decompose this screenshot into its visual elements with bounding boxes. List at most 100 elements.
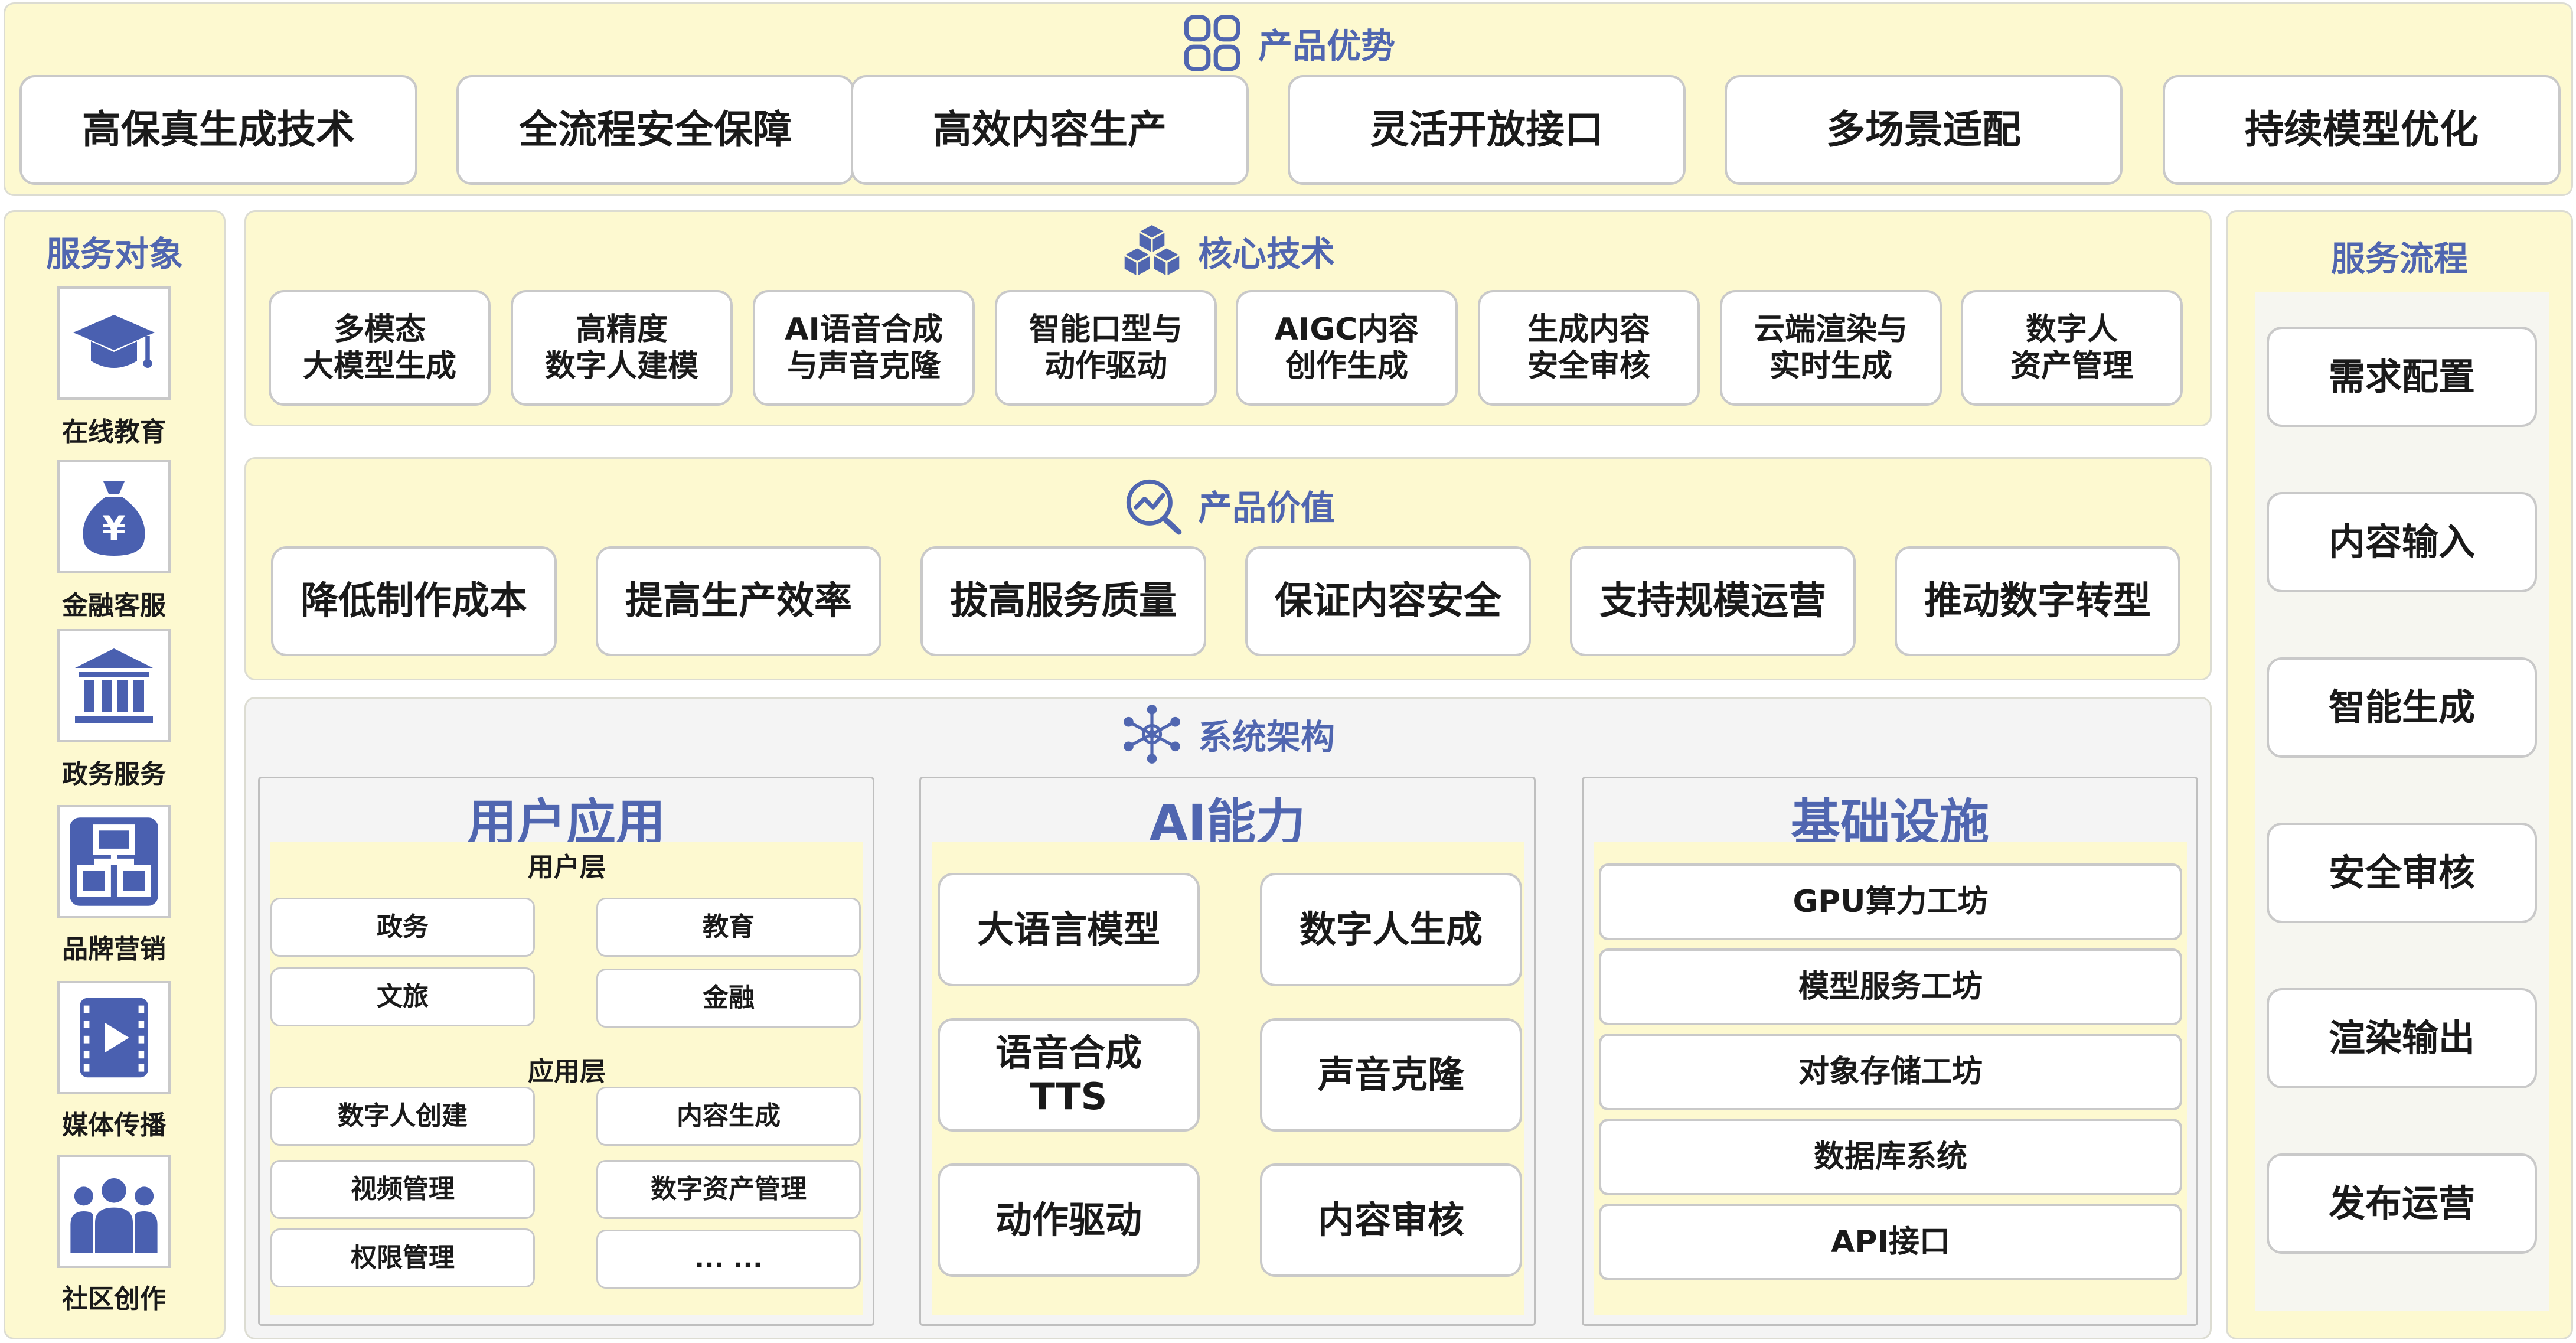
ai-item-line: 动作驱动 — [995, 1198, 1142, 1241]
user-layer-title: 用户层 — [528, 852, 606, 882]
advantages-panel: 产品优势 高保真生成技术 全流程安全保障 高效内容生产 灵活开放接口 多场景适配… — [4, 2, 2573, 196]
brand-blocks-icon — [57, 805, 171, 918]
app-layer-item: 权限管理 — [270, 1228, 535, 1287]
core-tech-item-line: 数字人建模 — [544, 348, 698, 384]
advantage-item-3: 高效内容生产 — [851, 75, 1249, 185]
ai-item-5: 动作驱动 — [938, 1163, 1200, 1277]
infra-inner: GPU算力工坊 模型服务工坊 对象存储工坊 数据库系统 API接口 — [1594, 842, 2187, 1315]
video-play-icon — [57, 981, 171, 1094]
user-layer-item: 金融 — [596, 969, 861, 1028]
people-group-icon — [57, 1155, 171, 1268]
user-layer-item: 文旅 — [270, 967, 535, 1026]
infra-item-4: 数据库系统 — [1599, 1119, 2182, 1195]
architecture-panel: 系统架构 用户应用 用户层 政务 教育 文旅 金融 应用层 数字人创建 内容生成… — [244, 697, 2212, 1339]
ai-item-1: 大语言模型 — [938, 873, 1200, 986]
value-item-6: 推动数字转型 — [1895, 546, 2180, 656]
service-target-label-1: 在线教育 — [62, 417, 166, 447]
core-tech-title: 核心技术 — [1197, 234, 1335, 274]
graduation-cap-icon — [57, 286, 171, 400]
user-layer-item: 政务 — [270, 898, 535, 957]
value-header: 产品价值 — [246, 474, 2210, 536]
ai-item-6: 内容审核 — [1260, 1163, 1522, 1277]
service-target-label-4: 品牌营销 — [62, 934, 166, 964]
ai-column: AI能力 大语言模型 数字人生成 语音合成 TTS 声音克隆 动作驱动 内容审核 — [919, 777, 1536, 1326]
core-tech-item-4: 智能口型与 动作驱动 — [995, 290, 1217, 406]
core-tech-item-line: 动作驱动 — [1044, 348, 1167, 384]
value-item-4: 保证内容安全 — [1245, 546, 1531, 656]
app-layer-item: ... ... — [596, 1230, 861, 1289]
ai-item-line: TTS — [1030, 1075, 1108, 1118]
ai-item-2: 数字人生成 — [1260, 873, 1522, 986]
cubes-icon — [1121, 220, 1183, 282]
ai-item-4: 声音克隆 — [1260, 1018, 1522, 1132]
user-app-inner: 用户层 政务 教育 文旅 金融 应用层 数字人创建 内容生成 视频管理 数字资产… — [270, 842, 863, 1315]
service-targets-title: 服务对象 — [45, 234, 183, 274]
core-tech-item-1: 多模态 大模型生成 — [269, 290, 491, 406]
svg-text:¥: ¥ — [102, 509, 126, 548]
value-item-5: 支持规模运营 — [1570, 546, 1856, 656]
core-tech-item-line: 生成内容 — [1527, 311, 1650, 347]
advantage-item-1: 高保真生成技术 — [19, 75, 417, 185]
infra-column: 基础设施 GPU算力工坊 模型服务工坊 对象存储工坊 数据库系统 API接口 — [1582, 777, 2198, 1326]
core-tech-item-8: 数字人 资产管理 — [1961, 290, 2183, 406]
service-target-label-5: 媒体传播 — [62, 1110, 166, 1140]
infra-item-2: 模型服务工坊 — [1599, 948, 2182, 1025]
ai-item-line: 内容审核 — [1317, 1198, 1464, 1241]
user-app-column: 用户应用 用户层 政务 教育 文旅 金融 应用层 数字人创建 内容生成 视频管理… — [258, 777, 874, 1326]
core-tech-item-line: AI语音合成 — [785, 311, 943, 347]
advantages-title: 产品优势 — [1258, 26, 1395, 66]
flow-step-2: 内容输入 — [2267, 492, 2537, 592]
value-item-3: 拔高服务质量 — [920, 546, 1206, 656]
architecture-title: 系统架构 — [1197, 717, 1335, 757]
core-tech-item-2: 高精度 数字人建模 — [511, 290, 733, 406]
core-tech-item-line: 多模态 — [333, 311, 426, 347]
ai-item-line: 声音克隆 — [1317, 1052, 1464, 1096]
core-tech-panel: 核心技术 多模态 大模型生成 高精度 数字人建模 AI语音合成 与声音克隆 智能… — [244, 210, 2212, 426]
ai-item-3: 语音合成 TTS — [938, 1018, 1200, 1132]
app-layer-item: 数字人创建 — [270, 1087, 535, 1146]
service-flow-panel: 服务流程 需求配置 内容输入 智能生成 安全审核 渲染输出 发布运营 — [2226, 210, 2573, 1339]
advantages-header: 产品优势 — [5, 12, 2571, 74]
core-tech-item-line: 高精度 — [575, 311, 668, 347]
core-tech-item-line: 创作生成 — [1285, 348, 1408, 384]
service-flow-title: 服务流程 — [2330, 239, 2468, 279]
core-tech-item-line: AIGC内容 — [1274, 311, 1419, 347]
service-target-label-3: 政务服务 — [62, 759, 166, 790]
core-tech-item-line: 实时生成 — [1769, 348, 1892, 384]
user-layer-item: 教育 — [596, 898, 861, 957]
infra-item-1: GPU算力工坊 — [1599, 863, 2182, 940]
core-tech-header: 核心技术 — [246, 220, 2210, 282]
flow-step-6: 发布运营 — [2267, 1153, 2537, 1254]
advantage-item-4: 灵活开放接口 — [1288, 75, 1686, 185]
value-panel: 产品价值 降低制作成本 提高生产效率 拔高服务质量 保证内容安全 支持规模运营 … — [244, 457, 2212, 680]
network-icon — [1121, 703, 1183, 765]
advantage-item-2: 全流程安全保障 — [456, 75, 854, 185]
core-tech-item-line: 智能口型与 — [1029, 311, 1183, 347]
app-layer-item: 数字资产管理 — [596, 1160, 861, 1219]
core-tech-item-line: 安全审核 — [1527, 348, 1650, 384]
core-tech-item-line: 与声音克隆 — [786, 348, 941, 384]
app-layer-item: 视频管理 — [270, 1160, 535, 1219]
core-tech-item-5: AIGC内容 创作生成 — [1236, 290, 1458, 406]
grid-icon — [1181, 12, 1243, 74]
flow-step-4: 安全审核 — [2267, 823, 2537, 923]
app-layer-item: 内容生成 — [596, 1087, 861, 1146]
service-target-label-6: 社区创作 — [62, 1284, 166, 1314]
money-bag-icon: ¥ — [57, 460, 171, 573]
infra-item-3: 对象存储工坊 — [1599, 1034, 2182, 1110]
flow-step-1: 需求配置 — [2267, 327, 2537, 427]
chart-magnifier-icon — [1121, 474, 1183, 536]
flow-step-5: 渲染输出 — [2267, 988, 2537, 1088]
app-layer-title: 应用层 — [528, 1057, 606, 1087]
advantage-item-6: 持续模型优化 — [2163, 75, 2561, 185]
infra-item-5: API接口 — [1599, 1204, 2182, 1280]
value-title: 产品价值 — [1197, 488, 1335, 528]
ai-item-line: 数字人生成 — [1299, 907, 1483, 951]
core-tech-item-line: 大模型生成 — [302, 348, 456, 384]
core-tech-item-line: 数字人 — [2025, 311, 2118, 347]
ai-item-line: 语音合成 — [995, 1031, 1142, 1074]
core-tech-item-7: 云端渲染与 实时生成 — [1720, 290, 1942, 406]
ai-inner: 大语言模型 数字人生成 语音合成 TTS 声音克隆 动作驱动 内容审核 — [932, 842, 1524, 1315]
core-tech-item-line: 云端渲染与 — [1754, 311, 1908, 347]
service-targets-panel: 服务对象 在线教育 ¥ 金融客服 政务服务 品牌营销 媒体传播 社区创作 — [4, 210, 226, 1339]
